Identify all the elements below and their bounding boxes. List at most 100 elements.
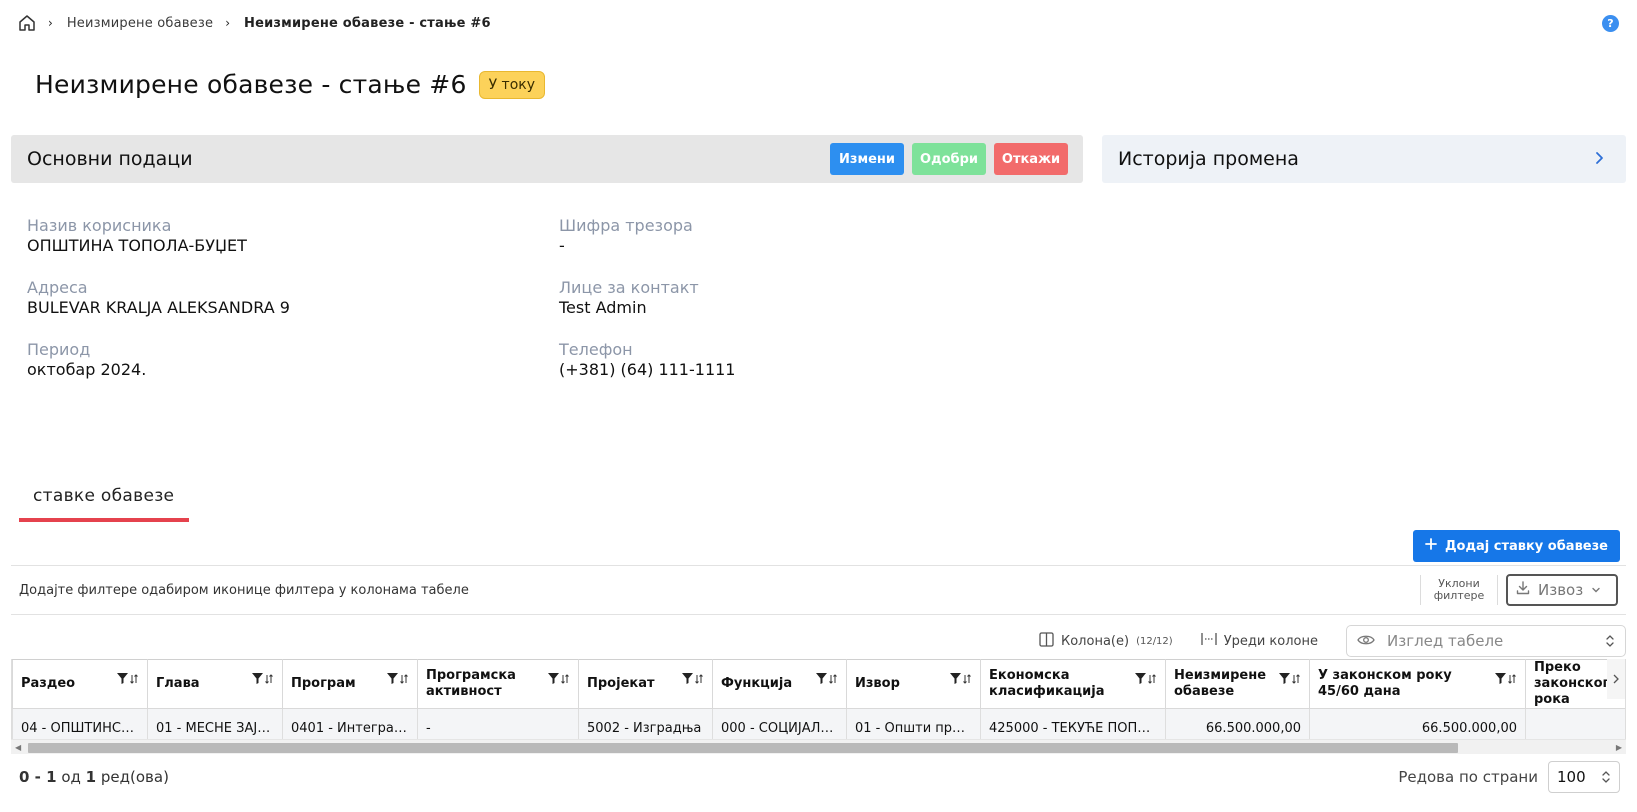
clear-filters-label: филтере [1433,589,1485,602]
scroll-left-arrow-icon[interactable]: ◀ [15,743,21,752]
table-view-select[interactable]: Изглед табеле [1346,625,1626,657]
column-header[interactable]: Функција [712,659,847,709]
field-period: Период октобар 2024. [27,340,146,380]
sort-icon[interactable] [694,673,704,690]
filter-actions: Уклони филтере Извоз [1412,572,1618,608]
tab-obligation-items[interactable]: ставке обавезе [19,482,189,522]
table-tools: Колона(е) (12/12) Уреди колоне Изглед та… [1039,625,1626,657]
breadcrumb: › Неизмирене обавезе › Неизмирене обавез… [18,13,491,33]
sort-icon[interactable] [1291,673,1301,690]
sort-icon[interactable] [129,673,139,690]
clear-filters-button[interactable]: Уклони филтере [1429,578,1489,602]
field-label: Период [27,340,91,359]
of-word: од [61,768,81,786]
column-tools [1494,672,1517,690]
row-count: 0 - 1 од 1 ред(ова) [19,768,169,786]
sort-icon[interactable] [399,673,409,690]
column-header[interactable]: Програмска активност [417,659,579,709]
field-label: Адреса [27,278,88,297]
column-tools [949,672,972,690]
export-label: Извоз [1538,581,1584,599]
sort-icon[interactable] [962,673,972,690]
history-panel-header[interactable]: Историја промена [1102,135,1626,183]
horizontal-scrollbar[interactable]: ◀ ▶ [11,739,1626,754]
field-address: Адреса BULEVAR KRALJA ALEKSANDRA 9 [27,278,290,318]
rows-word: ред(ова) [100,768,169,786]
cancel-button[interactable]: Откажи [994,143,1068,175]
filter-icon[interactable] [386,672,399,690]
tabs: ставке обавезе [19,482,189,522]
chevron-updown-icon [1605,634,1615,652]
field-phone: Телефон (+381) (64) 111-1111 [559,340,735,380]
filter-icon[interactable] [547,672,560,690]
rows-per-page-label: Редова по страни [1398,768,1538,786]
plus-icon [1425,538,1437,554]
column-header[interactable]: Економска класификација [980,659,1166,709]
filter-icon[interactable] [116,672,129,690]
column-header[interactable]: Раздео [12,659,148,709]
column-header[interactable]: У законском року 45/60 дана [1309,659,1526,709]
status-badge: У току [478,70,546,99]
scrollbar-thumb[interactable] [28,743,1458,753]
sort-icon[interactable] [1507,673,1517,690]
sort-icon[interactable] [828,673,838,690]
home-icon[interactable] [18,14,36,32]
sort-icon[interactable] [1147,673,1157,690]
row-total: 1 [85,768,97,786]
chevron-right-icon: › [225,16,231,30]
columns-button[interactable]: Колона(е) (12/12) [1039,631,1173,651]
field-label: Назив корисника [27,216,172,235]
chevron-right-icon[interactable] [1590,149,1608,167]
column-header[interactable]: Програм [282,659,418,709]
basic-info-title: Основни подаци [27,148,193,170]
edit-columns-label: Уреди колоне [1223,633,1318,649]
filter-icon[interactable] [1494,672,1507,690]
columns-count: (12/12) [1136,635,1173,647]
chevron-updown-icon [1601,770,1611,788]
edit-button[interactable]: Измени [830,143,904,175]
table-view-placeholder: Изглед табеле [1387,632,1504,650]
filter-icon[interactable] [815,672,828,690]
filter-icon[interactable] [1134,672,1147,690]
divider [1420,575,1421,605]
filter-icon[interactable] [251,672,264,690]
add-item-button[interactable]: Додај ставку обавезе [1412,530,1620,562]
column-header[interactable]: Глава [147,659,283,709]
column-header[interactable]: Неизмирене обавезе [1165,659,1310,709]
field-value: BULEVAR KRALJA ALEKSANDRA 9 [27,298,290,317]
breadcrumb-item-current: Неизмирене обавезе - стање #6 [244,15,491,31]
help-icon[interactable]: ? [1602,15,1619,32]
column-tools [386,672,409,690]
panel-actions: Измени Одобри Откажи [830,143,1068,175]
chevron-down-icon [1591,581,1601,599]
rows-per-page-select[interactable]: 100 [1548,761,1620,793]
approve-button[interactable]: Одобри [912,143,986,175]
history-title: Историја промена [1118,148,1299,170]
column-tools [547,672,570,690]
field-label: Лице за контакт [559,278,699,297]
filter-icon[interactable] [949,672,962,690]
filter-icon[interactable] [1278,672,1291,690]
sort-icon[interactable] [264,673,274,690]
filter-bar: Додајте филтере одабиром иконице филтера… [11,565,1626,615]
column-header[interactable]: Извор [846,659,981,709]
breadcrumb-item-obligations[interactable]: Неизмирене обавезе [67,16,213,31]
export-button[interactable]: Извоз [1506,574,1618,606]
column-tools [815,672,838,690]
column-tools [681,672,704,690]
edit-columns-button[interactable]: Уреди колоне [1201,632,1318,650]
columns-label: Колона(е) [1061,633,1130,649]
table-header-row: Раздео Глава Програм Програмска активност Пр… [12,659,1625,709]
scroll-right-arrow-icon[interactable]: ▶ [1616,743,1622,752]
filter-icon[interactable] [681,672,694,690]
field-label: Телефон [559,340,633,359]
row-range: 0 - 1 [19,768,57,786]
scroll-right-icon[interactable] [1607,659,1625,699]
field-user-name: Назив корисника ОПШТИНА ТОПОЛА-БУЏЕТ [27,216,247,256]
column-tools [1134,672,1157,690]
sort-icon[interactable] [560,673,570,690]
column-tools [251,672,274,690]
column-header[interactable]: Пројекат [578,659,713,709]
chevron-right-icon: › [48,16,53,30]
field-value: ОПШТИНА ТОПОЛА-БУЏЕТ [27,236,247,255]
